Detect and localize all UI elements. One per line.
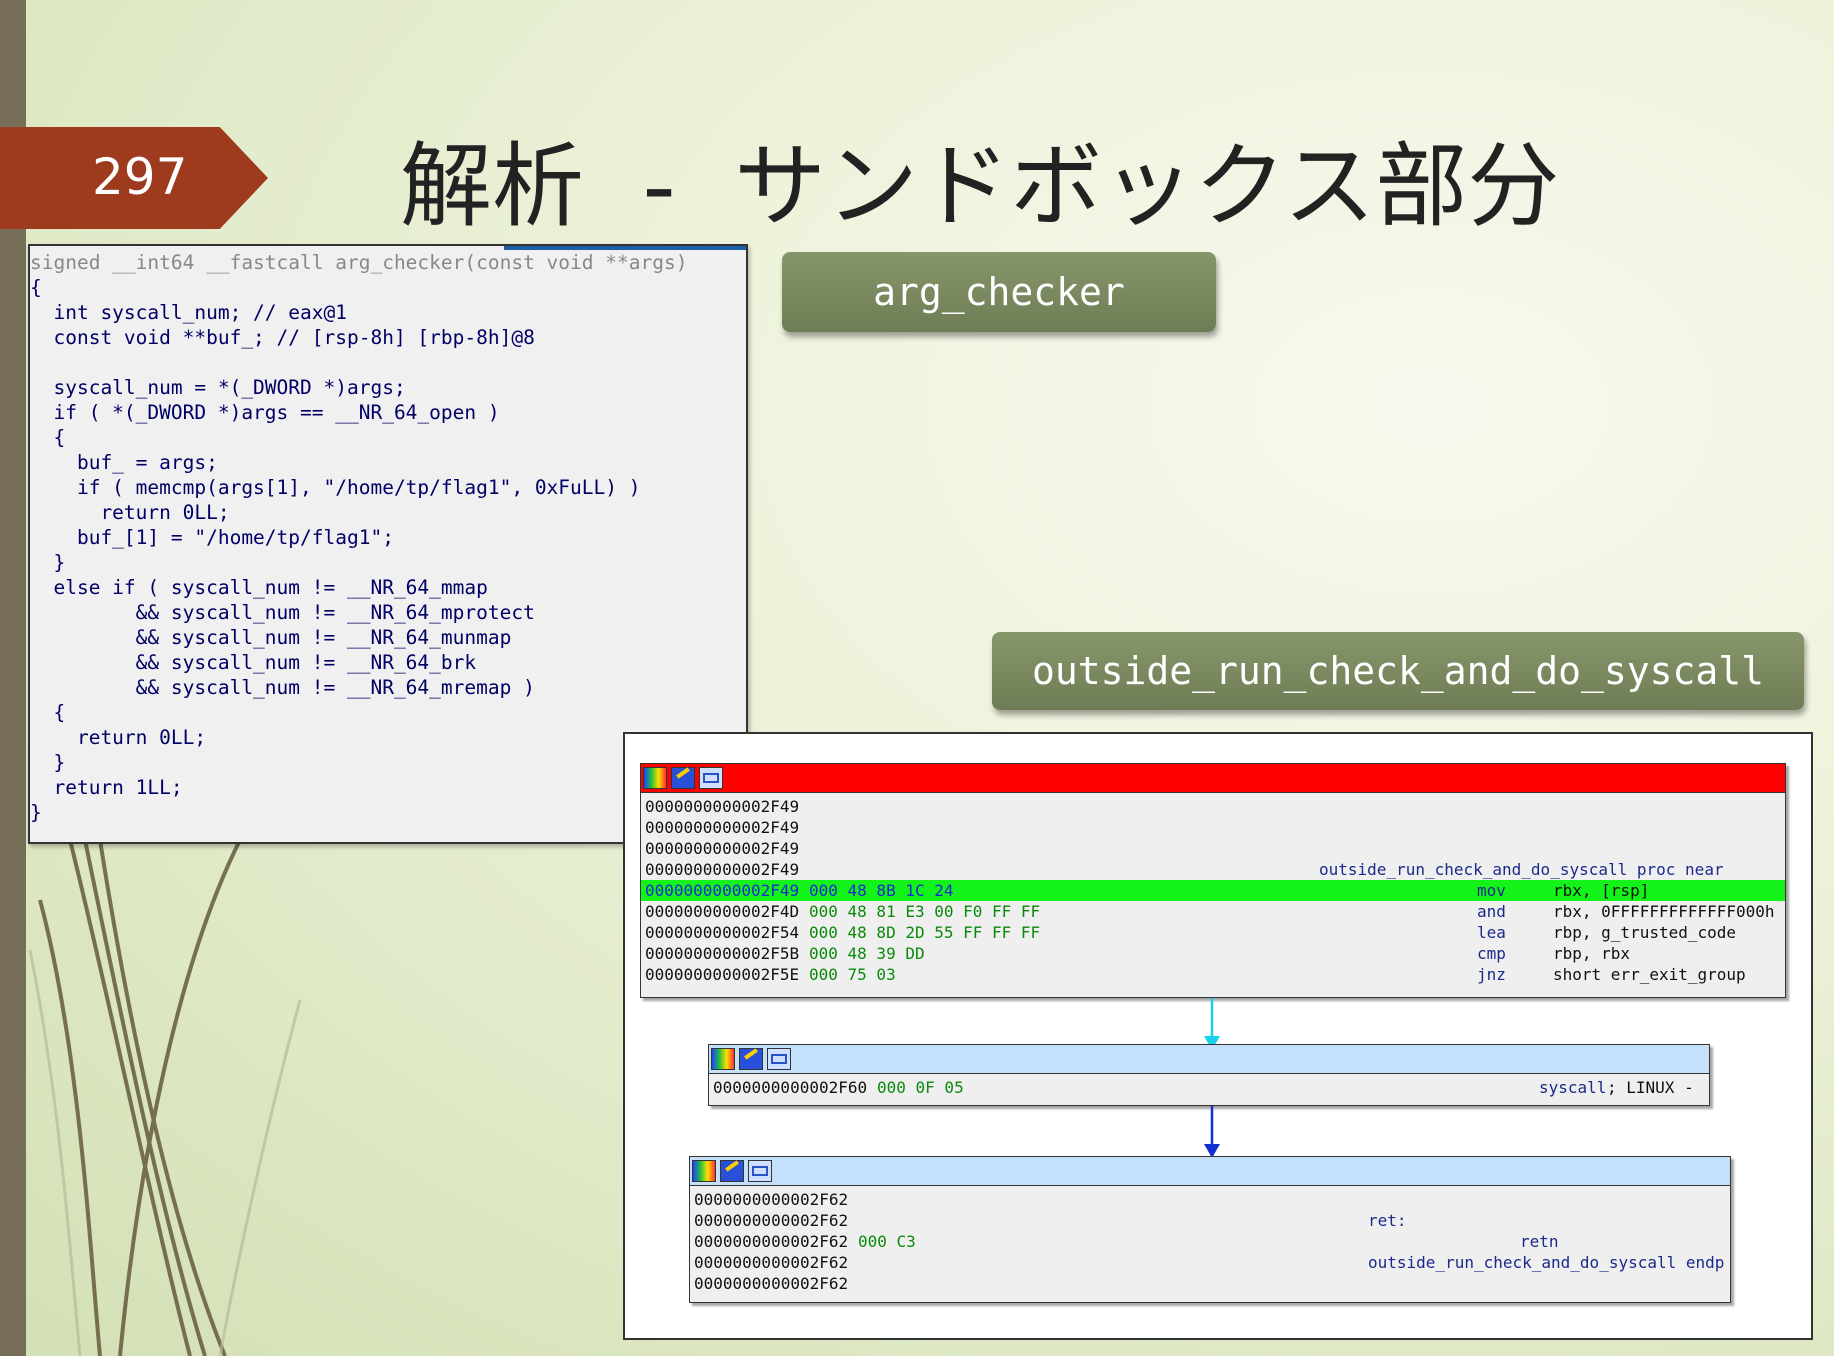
asm-row[interactable]: 0000000000002F54 000 48 8D 2D 55 FF FF FF…: [641, 922, 1785, 943]
asm-addr: 0000000000002F49: [645, 818, 800, 837]
code-line: if ( *(_DWORD *)args == __NR_64_open ): [30, 401, 500, 424]
asm-row[interactable]: 0000000000002F60 000 0F 05 syscall; LINUX …: [709, 1077, 1709, 1098]
asm-bytes: 000 0F 05: [877, 1078, 964, 1097]
asm-addr: 0000000000002F4D: [645, 902, 800, 921]
asm-row[interactable]: 0000000000002F62 outside_run_check_and_do…: [690, 1252, 1730, 1273]
code-line: syscall_num = *(_DWORD *)args;: [30, 376, 406, 399]
asm-op: rbp, g_trusted_code: [1553, 923, 1737, 942]
asm-op: rbx, [rsp]: [1553, 881, 1650, 900]
asm-row[interactable]: 0000000000002F49: [641, 796, 1785, 817]
code-line: {: [30, 701, 66, 724]
page-number: 297: [92, 148, 188, 206]
asm-mn: cmp: [1477, 944, 1506, 963]
code-line: const void **buf_; // [rsp-8h] [rbp-8h]@…: [30, 326, 535, 349]
code-line: else if ( syscall_num != __NR_64_mmap: [30, 576, 488, 599]
asm-addr: 0000000000002F49: [645, 881, 800, 900]
asm-addr: 0000000000002F62: [694, 1232, 849, 1251]
asm-op: short err_exit_group: [1553, 965, 1746, 984]
code-line: {: [30, 426, 66, 449]
asm-bytes: 000 48 39 DD: [809, 944, 925, 963]
asm-row[interactable]: 0000000000002F49 outside_run_check_and_do…: [641, 859, 1785, 880]
code-line: signed __int64 __fastcall arg_checker(co…: [30, 251, 688, 274]
asm-mn: retn: [1520, 1232, 1559, 1251]
asm-label: outside_run_check_and_do_syscall endp: [1368, 1253, 1725, 1272]
color-icon[interactable]: [643, 767, 667, 789]
asm-row[interactable]: 0000000000002F49: [641, 817, 1785, 838]
node-header: [709, 1045, 1709, 1074]
graph-icon[interactable]: [699, 767, 723, 789]
color-icon[interactable]: [711, 1048, 735, 1070]
node-rows: 0000000000002F62 0000000000002F62 ret: 0000…: [690, 1186, 1730, 1294]
asm-row[interactable]: 0000000000002F62 ret:: [690, 1210, 1730, 1231]
asm-addr: 0000000000002F5E: [645, 965, 800, 984]
code-line: {: [30, 276, 42, 299]
code-line: }: [30, 551, 66, 574]
graph-icon[interactable]: [748, 1160, 772, 1182]
graph-node-entry[interactable]: 0000000000002F49 0000000000002F49 00000000…: [640, 763, 1786, 998]
edit-icon[interactable]: [671, 767, 695, 789]
code-line: return 0LL;: [30, 501, 230, 524]
asm-row[interactable]: 0000000000002F5E 000 75 03 jnz short err_ex…: [641, 964, 1785, 985]
asm-mn: and: [1477, 902, 1506, 921]
asm-bytes: 000 48 81 E3 00 F0 FF FF: [809, 902, 1041, 921]
asm-mn: jnz: [1477, 965, 1506, 984]
code-line: && syscall_num != __NR_64_mprotect: [30, 601, 535, 624]
code-line: buf_[1] = "/home/tp/flag1";: [30, 526, 394, 549]
asm-op: rbx, 0FFFFFFFFFFFFF000h: [1553, 902, 1775, 921]
slide-title: 解析 - サンドボックス部分: [400, 133, 1560, 240]
asm-bytes: 000 48 8D 2D 55 FF FF FF: [809, 923, 1041, 942]
node-header: [690, 1157, 1730, 1186]
code-line: if ( memcmp(args[1], "/home/tp/flag1", 0…: [30, 476, 641, 499]
asm-addr: 0000000000002F49: [645, 797, 800, 816]
asm-row[interactable]: 0000000000002F49: [641, 838, 1785, 859]
asm-bytes: 000 48 8B 1C 24: [809, 881, 954, 900]
edit-icon[interactable]: [720, 1160, 744, 1182]
asm-label: outside_run_check_and_do_syscall proc ne…: [1319, 860, 1724, 879]
asm-label: ret:: [1368, 1211, 1407, 1230]
asm-row[interactable]: 0000000000002F62: [690, 1189, 1730, 1210]
asm-row[interactable]: 0000000000002F4D 000 48 81 E3 00 F0 FF FF…: [641, 901, 1785, 922]
color-icon[interactable]: [692, 1160, 716, 1182]
node-rows: 0000000000002F49 0000000000002F49 00000000…: [641, 793, 1785, 985]
asm-op: rbp, rbx: [1553, 944, 1631, 963]
asm-row[interactable]: 0000000000002F49 000 48 8B 1C 24 mov rbx, […: [641, 880, 1785, 901]
code-line: int syscall_num; // eax@1: [30, 301, 347, 324]
asm-mn: mov: [1477, 881, 1506, 900]
asm-addr: 0000000000002F5B: [645, 944, 800, 963]
asm-addr: 0000000000002F60: [713, 1078, 868, 1097]
asm-addr: 0000000000002F62: [694, 1253, 849, 1272]
asm-addr: 0000000000002F62: [694, 1274, 849, 1293]
graph-node-syscall[interactable]: 0000000000002F60 000 0F 05 syscall; LINUX …: [708, 1044, 1710, 1106]
asm-row[interactable]: 0000000000002F62 000 C3 retn: [690, 1231, 1730, 1252]
asm-mn: syscall: [1539, 1078, 1607, 1097]
code-line: buf_ = args;: [30, 451, 218, 474]
graph-node-ret[interactable]: 0000000000002F62 0000000000002F62 ret: 0000…: [689, 1156, 1731, 1303]
asm-bytes: 000 C3: [858, 1232, 916, 1251]
asm-row[interactable]: 0000000000002F62: [690, 1273, 1730, 1294]
asm-addr: 0000000000002F62: [694, 1190, 849, 1209]
node-header: [641, 764, 1785, 793]
code-line: && syscall_num != __NR_64_munmap: [30, 626, 512, 649]
outside-run-check-label: outside_run_check_and_do_syscall: [992, 632, 1804, 710]
asm-mn: lea: [1477, 923, 1506, 942]
asm-addr: 0000000000002F62: [694, 1211, 849, 1230]
asm-op: ; LINUX -: [1607, 1078, 1694, 1097]
arg-checker-label: arg_checker: [782, 252, 1216, 332]
asm-addr: 0000000000002F49: [645, 839, 800, 858]
code-line: && syscall_num != __NR_64_mremap ): [30, 676, 535, 699]
asm-addr: 0000000000002F49: [645, 860, 800, 879]
asm-addr: 0000000000002F54: [645, 923, 800, 942]
asm-row[interactable]: 0000000000002F5B 000 48 39 DD cmp rbp, rbx: [641, 943, 1785, 964]
asm-bytes: 000 75 03: [809, 965, 896, 984]
code-line: && syscall_num != __NR_64_brk: [30, 651, 477, 674]
graph-icon[interactable]: [767, 1048, 791, 1070]
disassembly-graph-panel: 0000000000002F49 0000000000002F49 00000000…: [623, 732, 1813, 1340]
node-rows: 0000000000002F60 000 0F 05 syscall; LINUX …: [709, 1074, 1709, 1098]
edit-icon[interactable]: [739, 1048, 763, 1070]
